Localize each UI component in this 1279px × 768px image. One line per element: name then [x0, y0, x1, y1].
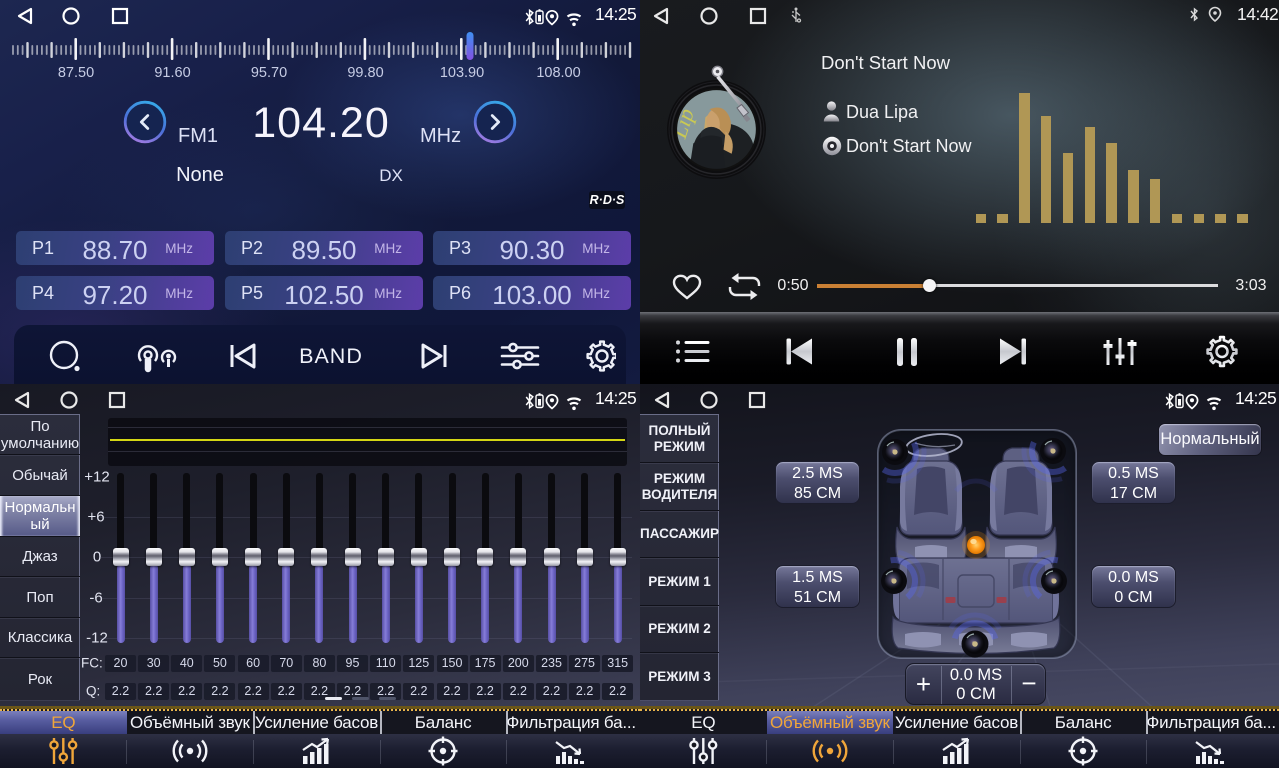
svg-text:BAND: BAND: [299, 344, 363, 368]
